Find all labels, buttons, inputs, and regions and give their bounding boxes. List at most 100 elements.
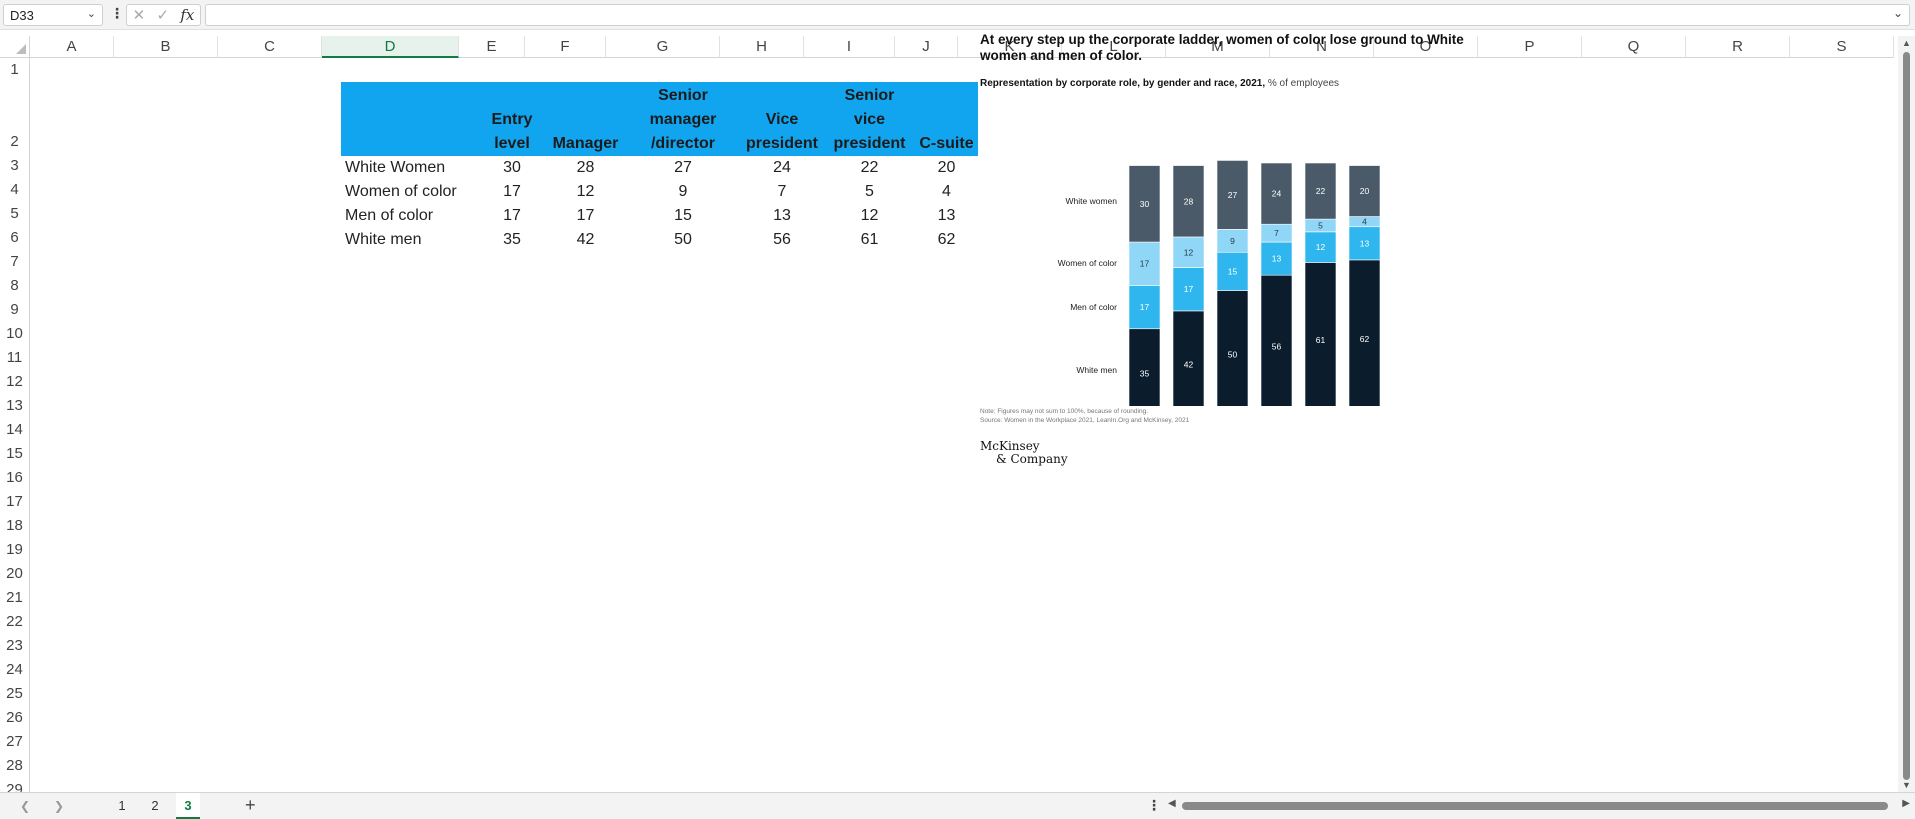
table-header-cell[interactable]: Vice president [740,82,824,156]
value-cell[interactable]: 5 [824,180,915,204]
row-header-11[interactable]: 11 [0,346,30,370]
value-cell[interactable]: 17 [479,180,545,204]
value-cell[interactable]: 13 [915,204,978,228]
column-header-q[interactable]: Q [1582,36,1686,58]
value-cell[interactable]: 28 [545,156,626,180]
row-header-7[interactable]: 7 [0,250,30,274]
table-header-cell[interactable]: Senior vice president [824,82,915,156]
column-header-a[interactable]: A [30,36,114,58]
row-header-14[interactable]: 14 [0,418,30,442]
value-cell[interactable]: 4 [915,180,978,204]
value-cell[interactable]: 50 [626,228,740,252]
more-options-icon[interactable]: ⋮ [1147,797,1161,814]
value-cell[interactable]: 7 [740,180,824,204]
table-header-blank[interactable] [341,82,479,156]
row-header-22[interactable]: 22 [0,610,30,634]
scroll-right-icon[interactable]: ▶ [1902,798,1910,809]
row-header-12[interactable]: 12 [0,370,30,394]
expand-formula-icon[interactable]: ⌄ [1893,6,1903,20]
value-cell[interactable]: 61 [824,228,915,252]
row-header-17[interactable]: 17 [0,490,30,514]
value-cell[interactable]: 56 [740,228,824,252]
horizontal-scrollbar[interactable]: ◀ ▶ [1168,798,1910,814]
column-header-d[interactable]: D [322,36,459,58]
table-header-cell[interactable]: C-suite [915,82,978,156]
column-header-e[interactable]: E [459,36,525,58]
column-header-s[interactable]: S [1790,36,1894,58]
row-header-9[interactable]: 9 [0,298,30,322]
row-header-25[interactable]: 25 [0,682,30,706]
column-header-p[interactable]: P [1478,36,1582,58]
column-header-h[interactable]: H [720,36,804,58]
sheet-tab-1[interactable]: 1 [110,793,134,819]
row-header-15[interactable]: 15 [0,442,30,466]
row-header-6[interactable]: 6 [0,226,30,250]
column-header-c[interactable]: C [218,36,322,58]
row-header-24[interactable]: 24 [0,658,30,682]
table-header-cell[interactable]: Manager [545,82,626,156]
row-header-5[interactable]: 5 [0,202,30,226]
row-label-cell[interactable]: Men of color [341,204,479,228]
row-header-2[interactable]: 2 [0,82,30,154]
column-header-i[interactable]: I [804,36,895,58]
formula-input[interactable]: ⌄ [205,4,1910,26]
vertical-scroll-thumb[interactable] [1903,52,1910,780]
more-options-icon[interactable]: ⋮ [110,5,124,22]
column-header-j[interactable]: J [895,36,958,58]
row-header-13[interactable]: 13 [0,394,30,418]
chevron-down-icon[interactable]: ⌄ [87,7,96,20]
row-header-19[interactable]: 19 [0,538,30,562]
value-cell[interactable]: 42 [545,228,626,252]
value-cell[interactable]: 24 [740,156,824,180]
value-cell[interactable]: 62 [915,228,978,252]
value-cell[interactable]: 12 [824,204,915,228]
value-cell[interactable]: 27 [626,156,740,180]
row-header-3[interactable]: 3 [0,154,30,178]
column-header-b[interactable]: B [114,36,218,58]
add-sheet-icon[interactable]: + [245,795,256,816]
sheet-tab-2[interactable]: 2 [143,793,167,819]
row-label-cell[interactable]: White men [341,228,479,252]
name-box[interactable]: D33 ⌄ [3,4,103,26]
row-header-20[interactable]: 20 [0,562,30,586]
value-cell[interactable]: 22 [824,156,915,180]
value-cell[interactable]: 12 [545,180,626,204]
row-label-cell[interactable]: White Women [341,156,479,180]
next-sheet-icon[interactable]: ❯ [54,799,64,813]
value-cell[interactable]: 35 [479,228,545,252]
value-cell[interactable]: 15 [626,204,740,228]
column-header-r[interactable]: R [1686,36,1790,58]
value-cell[interactable]: 9 [626,180,740,204]
vertical-scrollbar[interactable]: ▲ ▼ [1898,36,1915,792]
row-header-10[interactable]: 10 [0,322,30,346]
column-header-f[interactable]: F [525,36,606,58]
row-header-21[interactable]: 21 [0,586,30,610]
horizontal-scroll-thumb[interactable] [1182,802,1888,810]
cancel-icon[interactable]: ✕ [133,6,146,24]
scroll-left-icon[interactable]: ◀ [1168,798,1176,809]
row-header-23[interactable]: 23 [0,634,30,658]
value-cell[interactable]: 30 [479,156,545,180]
row-header-1[interactable]: 1 [0,58,30,82]
row-header-28[interactable]: 28 [0,754,30,778]
table-header-cell[interactable]: Entry level [479,82,545,156]
row-header-16[interactable]: 16 [0,466,30,490]
worksheet-grid[interactable]: Entry level Manager Senior manager/director V… [30,58,1898,792]
value-cell[interactable]: 13 [740,204,824,228]
prev-sheet-icon[interactable]: ❮ [20,799,30,813]
scroll-up-icon[interactable]: ▲ [1902,38,1911,48]
value-cell[interactable]: 20 [915,156,978,180]
value-cell[interactable]: 17 [545,204,626,228]
scroll-down-icon[interactable]: ▼ [1902,780,1911,790]
row-header-4[interactable]: 4 [0,178,30,202]
sheet-tab-3[interactable]: 3 [176,793,200,819]
row-header-8[interactable]: 8 [0,274,30,298]
value-cell[interactable]: 17 [479,204,545,228]
row-header-26[interactable]: 26 [0,706,30,730]
row-label-cell[interactable]: Women of color [341,180,479,204]
row-header-27[interactable]: 27 [0,730,30,754]
table-header-cell[interactable]: Senior manager/director [626,82,740,156]
row-header-18[interactable]: 18 [0,514,30,538]
enter-icon[interactable]: ✓ [156,6,169,24]
fx-icon[interactable]: fx [180,6,194,24]
